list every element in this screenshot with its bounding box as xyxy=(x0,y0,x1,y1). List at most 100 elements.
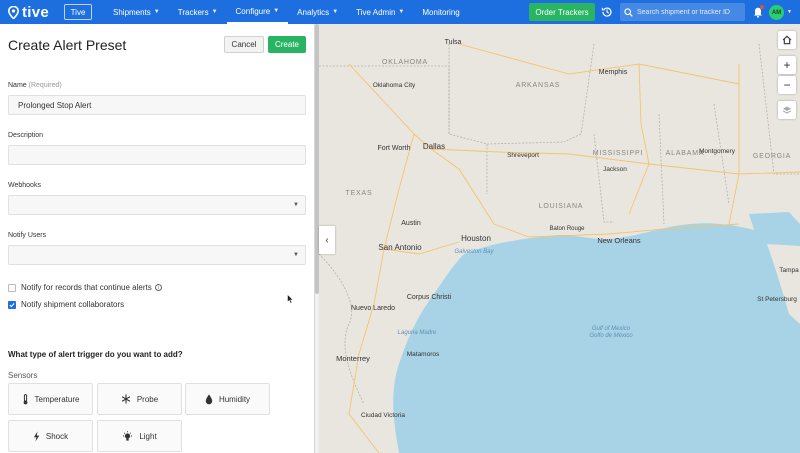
org-switcher-button[interactable]: Tive xyxy=(64,4,92,20)
chevron-down-icon: ▼ xyxy=(211,9,218,15)
sensor-temperature-tile[interactable]: Temperature xyxy=(8,383,93,415)
lightbulb-icon xyxy=(122,430,133,442)
chevron-down-icon: ▼ xyxy=(273,8,280,14)
map-label: Oklahoma City xyxy=(373,82,416,89)
map-label: TEXAS xyxy=(346,190,373,197)
sensor-label: Humidity xyxy=(218,394,251,404)
map-label: GEORGIA xyxy=(753,153,791,160)
map-label: Matamoros xyxy=(407,351,440,358)
notify-users-label: Notify Users xyxy=(8,232,47,239)
nav-tive-admin[interactable]: Tive Admin ▼ xyxy=(347,0,413,24)
thermometer-icon xyxy=(22,393,29,405)
search-icon xyxy=(624,7,633,17)
map-label: LOUISIANA xyxy=(539,203,584,210)
map-label: Jackson xyxy=(603,166,627,173)
map-label: San Antonio xyxy=(378,243,422,252)
avatar[interactable]: AM xyxy=(769,5,784,20)
notify-users-select[interactable]: ▼ xyxy=(8,245,306,265)
nav-shipments[interactable]: Shipments ▼ xyxy=(104,0,169,24)
map-label: Tulsa xyxy=(445,39,462,46)
notify-collaborators-label: Notify shipment collaborators xyxy=(21,300,125,309)
sensor-label: Temperature xyxy=(34,394,80,404)
sensor-label: Probe xyxy=(136,394,159,404)
map-label: Shreveport xyxy=(507,152,539,159)
map-label: Houston xyxy=(461,234,491,243)
droplet-icon xyxy=(205,394,213,405)
notify-collaborators-checkbox[interactable] xyxy=(8,300,16,309)
map-label: OKLAHOMA xyxy=(382,59,428,66)
history-icon[interactable] xyxy=(601,6,613,18)
notify-continue-checkbox[interactable] xyxy=(8,283,16,292)
nav-trackers[interactable]: Trackers ▼ xyxy=(169,0,227,24)
location-pin-icon xyxy=(8,5,19,19)
search-input[interactable] xyxy=(637,8,737,16)
map-view[interactable]: Gulf of Mexico Golfo de México Laguna Ma… xyxy=(319,24,800,453)
nav-label: Shipments xyxy=(113,7,151,17)
map-label: Baton Rouge xyxy=(549,226,585,232)
webhooks-label: Webhooks xyxy=(8,182,41,189)
map-label: Monterrey xyxy=(336,354,370,363)
map-label: Ciudad Victoria xyxy=(361,412,405,419)
nav-configure[interactable]: Configure ▼ xyxy=(226,0,289,24)
map-label: Fort Worth xyxy=(378,145,411,152)
search-box[interactable] xyxy=(620,3,745,21)
name-label: Name (Required) xyxy=(8,82,62,89)
nav-label: Analytics xyxy=(297,7,330,17)
alert-trigger-question: What type of alert trigger do you want t… xyxy=(8,350,183,359)
nav-analytics[interactable]: Analytics ▼ xyxy=(288,0,347,24)
map-label: St Petersburg xyxy=(757,296,797,303)
description-field[interactable] xyxy=(8,145,306,165)
zoom-in-icon[interactable]: + xyxy=(778,56,796,74)
sensor-light-tile[interactable]: Light xyxy=(97,420,182,452)
zoom-out-icon[interactable]: − xyxy=(778,76,796,94)
map-label: ARKANSAS xyxy=(516,82,561,89)
sensor-probe-tile[interactable]: Probe xyxy=(97,383,182,415)
cancel-button[interactable]: Cancel xyxy=(224,36,264,53)
map-label: MISSISSIPPI xyxy=(593,150,643,157)
sensor-humidity-tile[interactable]: Humidity xyxy=(185,383,270,415)
sensor-shock-tile[interactable]: Shock xyxy=(8,420,93,452)
tive-logo[interactable]: tive xyxy=(8,4,58,21)
nav-monitoring[interactable]: Monitoring xyxy=(413,0,468,24)
map-label: Nuevo Laredo xyxy=(351,305,395,312)
notification-dot xyxy=(760,5,764,9)
info-icon[interactable]: i xyxy=(154,284,162,291)
top-navigation-bar: tive Tive Shipments ▼ Trackers ▼ Configure… xyxy=(0,0,800,24)
chevron-down-icon[interactable]: ▼ xyxy=(787,9,792,15)
create-alert-preset-panel: Create Alert Preset Cancel Create Name (… xyxy=(0,24,315,453)
map-canvas: Gulf of Mexico Golfo de México Laguna Ma… xyxy=(319,39,800,453)
chevron-down-icon: ▼ xyxy=(293,202,299,208)
map-label: Tampa xyxy=(779,267,799,274)
nav-label: Configure xyxy=(235,6,271,16)
collapse-panel-button[interactable]: ‹ xyxy=(319,226,335,254)
sensors-section-label: Sensors xyxy=(8,371,38,380)
required-hint: (Required) xyxy=(28,82,62,89)
page-title: Create Alert Preset xyxy=(8,37,127,53)
sensor-label: Shock xyxy=(45,431,69,441)
sensor-label: Light xyxy=(139,431,157,441)
map-label: New Orleans xyxy=(597,236,641,245)
map-label: Austin xyxy=(401,220,421,227)
chevron-down-icon: ▼ xyxy=(398,9,405,15)
name-label-text: Name xyxy=(8,82,27,89)
snowflake-icon xyxy=(121,394,131,404)
map-label: Laguna Madre xyxy=(398,330,437,336)
map-label: Montgomery xyxy=(699,148,736,155)
brand-name: tive xyxy=(22,3,50,21)
map-label: Memphis xyxy=(599,69,628,76)
nav-label: Trackers xyxy=(177,7,209,17)
notify-continue-row: Notify for records that continue alerts … xyxy=(8,283,162,292)
chevron-down-icon: ▼ xyxy=(293,252,299,258)
main-nav: Shipments ▼ Trackers ▼ Configure ▼ Analytic… xyxy=(104,0,469,24)
nav-label: Monitoring xyxy=(422,7,460,17)
home-icon[interactable] xyxy=(778,31,796,49)
name-field[interactable]: Prolonged Stop Alert xyxy=(8,95,306,115)
webhooks-select[interactable]: ▼ xyxy=(8,195,306,215)
create-button[interactable]: Create xyxy=(268,36,306,53)
lightning-icon xyxy=(33,430,40,442)
map-label: Galveston Bay xyxy=(454,249,494,255)
layers-icon[interactable] xyxy=(778,101,796,119)
nav-label: Tive Admin xyxy=(356,7,396,17)
order-trackers-button[interactable]: Order Trackers xyxy=(529,3,595,21)
notify-continue-label: Notify for records that continue alerts xyxy=(21,283,152,292)
